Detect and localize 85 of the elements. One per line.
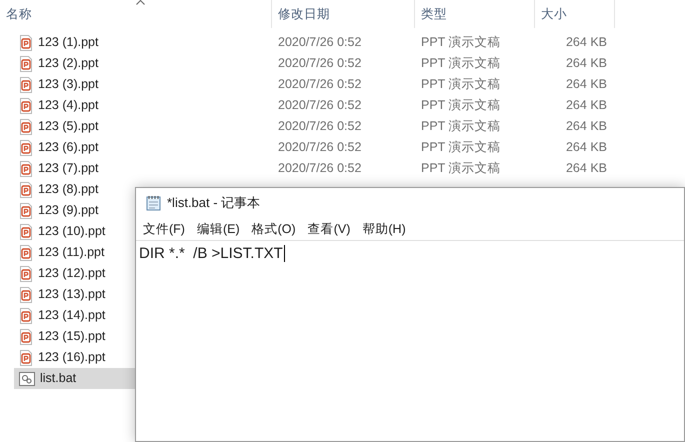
presentation-file-icon: [19, 140, 33, 156]
date-cell-text: 2020/7/26 0:52: [277, 55, 362, 72]
file-name: list.bat: [40, 370, 76, 388]
file-row[interactable]: 123 (14).ppt: [14, 305, 135, 326]
presentation-file-icon: [19, 224, 33, 240]
presentation-file-icon: [19, 202, 33, 218]
presentation-file-icon: [19, 34, 33, 50]
file-row[interactable]: 123 (16).ppt: [14, 347, 135, 368]
type-cell-text: PPT 演示文稿: [420, 118, 502, 136]
file-name: 123 (3).ppt: [38, 76, 98, 94]
column-header[interactable]: 修改日期: [278, 4, 330, 24]
editor-text: DIR *.* /B >LIST.TXT: [139, 245, 285, 262]
menu-item[interactable]: 格式(O): [248, 220, 299, 238]
size-cell-text: 264 KB: [564, 139, 607, 156]
presentation-file-icon: [19, 160, 33, 176]
file-name: 123 (12).ppt: [38, 265, 106, 282]
type-cell-text: PPT 演示文稿: [420, 76, 502, 94]
date-cell-text: 2020/7/26 0:52: [277, 160, 362, 178]
file-row[interactable]: list.bat: [14, 368, 135, 389]
type-cell-text: PPT 演示文稿: [420, 55, 502, 72]
file-name: 123 (15).ppt: [38, 328, 106, 346]
file-name: 123 (4).ppt: [38, 97, 98, 114]
file-name: 123 (6).ppt: [38, 139, 98, 156]
file-name: 123 (13).ppt: [38, 286, 106, 304]
file-row[interactable]: 123 (8).ppt: [14, 179, 135, 200]
file-row[interactable]: 123 (9).ppt: [14, 200, 135, 221]
file-name: 123 (11).ppt: [38, 244, 104, 262]
date-cell-text: 2020/7/26 0:52: [277, 97, 362, 114]
file-name: 123 (7).ppt: [38, 160, 98, 178]
file-name: 123 (8).ppt: [38, 181, 98, 198]
size-cell-text: 264 KB: [564, 118, 607, 136]
date-cell-text: 2020/7/26 0:52: [277, 34, 362, 52]
file-row[interactable]: 123 (6).ppt 2020/7/26 0:52 PPT 演示文稿 264 KB: [14, 137, 615, 158]
presentation-file-icon: [19, 98, 33, 114]
batch-file-icon: [19, 372, 35, 386]
file-name: 123 (9).ppt: [38, 202, 98, 220]
file-name: 123 (10).ppt: [38, 223, 106, 240]
menu-item[interactable]: 查看(V): [304, 220, 354, 238]
file-row[interactable]: 123 (10).ppt: [14, 221, 135, 242]
presentation-file-icon: [19, 308, 33, 324]
window-title: *list.bat - 记事本: [167, 194, 260, 212]
file-name: 123 (5).ppt: [38, 118, 98, 136]
file-row[interactable]: 123 (15).ppt: [14, 326, 135, 347]
date-cell-text: 2020/7/26 0:52: [277, 139, 362, 156]
date-cell-text: 2020/7/26 0:52: [277, 118, 362, 136]
file-row[interactable]: 123 (4).ppt 2020/7/26 0:52 PPT 演示文稿 264 KB: [14, 95, 615, 116]
type-cell-text: PPT 演示文稿: [420, 97, 502, 114]
type-cell-text: PPT 演示文稿: [420, 34, 502, 52]
type-cell-text: PPT 演示文稿: [420, 139, 502, 156]
size-cell-text: 264 KB: [564, 160, 607, 178]
presentation-file-icon: [19, 118, 33, 134]
presentation-file-icon: [19, 76, 33, 92]
presentation-file-icon: [19, 266, 33, 282]
file-row[interactable]: 123 (2).ppt 2020/7/26 0:52 PPT 演示文稿 264 KB: [14, 53, 615, 74]
column-header[interactable]: 大小: [541, 4, 567, 24]
presentation-file-icon: [19, 182, 33, 198]
column-header[interactable]: 名称: [6, 4, 32, 24]
file-row[interactable]: 123 (7).ppt 2020/7/26 0:52 PPT 演示文稿 264 KB: [14, 158, 615, 179]
type-cell-text: PPT 演示文稿: [420, 160, 502, 178]
file-row[interactable]: 123 (11).ppt: [14, 242, 135, 263]
text-area[interactable]: DIR *.* /B >LIST.TXT: [136, 240, 684, 441]
file-name: 123 (2).ppt: [38, 55, 98, 72]
presentation-file-icon: [19, 350, 33, 366]
file-row[interactable]: 123 (3).ppt 2020/7/26 0:52 PPT 演示文稿 264 KB: [14, 74, 615, 95]
file-name: 123 (14).ppt: [38, 307, 106, 324]
file-row[interactable]: 123 (1).ppt 2020/7/26 0:52 PPT 演示文稿 264 KB: [14, 32, 615, 53]
file-row[interactable]: 123 (13).ppt: [14, 284, 135, 305]
presentation-file-icon: [19, 286, 33, 302]
size-cell-text: 264 KB: [564, 97, 607, 114]
presentation-file-icon: [19, 244, 33, 260]
size-cell-text: 264 KB: [564, 76, 607, 94]
menu-item[interactable]: 文件(F): [140, 220, 188, 238]
column-header[interactable]: 类型: [421, 4, 447, 24]
file-row[interactable]: 123 (5).ppt 2020/7/26 0:52 PPT 演示文稿 264 KB: [14, 116, 615, 137]
file-name: 123 (1).ppt: [38, 34, 98, 52]
date-cell-text: 2020/7/26 0:52: [277, 76, 362, 94]
file-name: 123 (16).ppt: [38, 349, 106, 366]
presentation-file-icon: [19, 56, 33, 72]
file-row[interactable]: 123 (12).ppt: [14, 263, 135, 284]
notepad-icon: [146, 195, 161, 211]
size-cell-text: 264 KB: [564, 55, 607, 72]
size-cell-text: 264 KB: [564, 34, 607, 52]
presentation-file-icon: [19, 328, 33, 344]
menu-item[interactable]: 帮助(H): [359, 220, 409, 238]
menu-item[interactable]: 编辑(E): [194, 220, 243, 238]
